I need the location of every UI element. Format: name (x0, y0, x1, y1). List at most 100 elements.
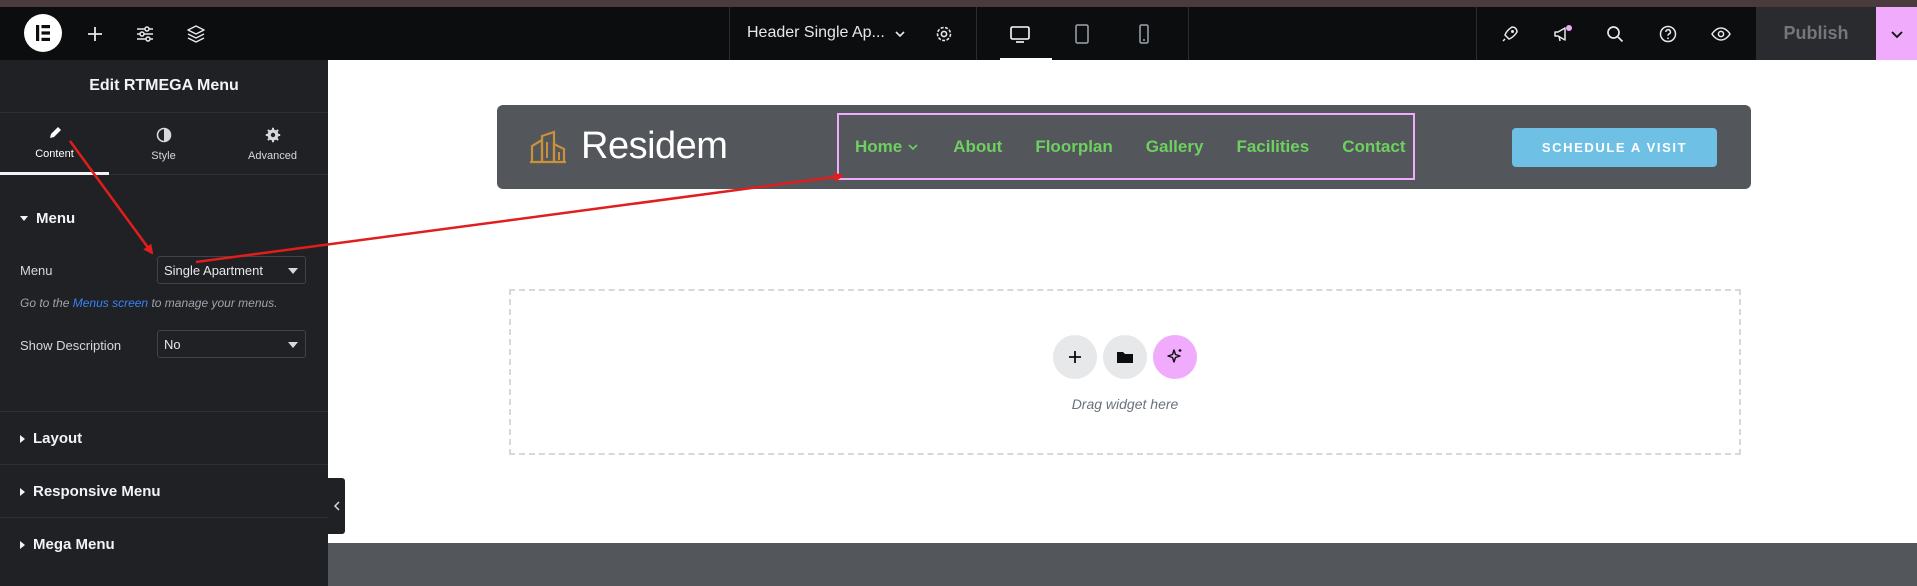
building-logo-icon (530, 129, 566, 163)
section-layout: Layout (20, 430, 82, 447)
menu-label: Menu (20, 263, 53, 278)
help-suffix: to manage your menus. (151, 296, 278, 310)
show-description-select[interactable]: No (157, 330, 306, 358)
rocket-icon (1502, 26, 1518, 42)
show-description-value: No (164, 337, 181, 352)
elementor-logo-icon (36, 25, 50, 41)
section-menu-toggle[interactable]: Menu (20, 210, 75, 227)
nav-item-about[interactable]: About (953, 137, 1002, 157)
layers-icon (187, 25, 205, 43)
folder-icon (1117, 352, 1133, 363)
tab-label: Style (151, 149, 176, 162)
document-menu-toggle[interactable] (887, 21, 913, 47)
section-responsive-menu: Responsive Menu (20, 483, 161, 500)
section-responsive-menu-toggle[interactable]: Responsive Menu (0, 464, 328, 517)
site-footer-preview (328, 543, 1917, 586)
add-section-button[interactable] (1053, 335, 1097, 379)
eye-icon (1711, 27, 1731, 41)
tab-label: Content (35, 148, 74, 160)
caret-down-icon (288, 342, 298, 348)
nav-item-home[interactable]: Home (855, 137, 920, 157)
caret-right-icon (20, 487, 25, 496)
nav-item-label: Home (855, 136, 903, 156)
site-header-preview[interactable]: Residem Home About Floorplan Gallery Fac… (497, 105, 1751, 189)
tab-label: Advanced (248, 149, 297, 162)
menu-select[interactable]: Single Apartment (157, 256, 306, 284)
site-settings-button[interactable] (132, 21, 158, 47)
section-title: Menu (36, 210, 76, 227)
separator (729, 7, 730, 60)
chevron-down-icon (908, 143, 918, 150)
section-mega-menu: Mega Menu (20, 536, 115, 553)
chevron-down-icon (1890, 30, 1903, 38)
separator (976, 7, 977, 60)
tab-content[interactable]: Content (0, 113, 109, 175)
editor-canvas: Residem Home About Floorplan Gallery Fac… (328, 60, 1917, 586)
menus-help-text: Go to the Menus screen to manage your me… (20, 296, 278, 310)
menu-select-value: Single Apartment (164, 263, 264, 278)
publish-button[interactable]: Publish (1756, 7, 1876, 60)
page-settings-button[interactable] (931, 21, 957, 47)
nav-item-floorplan[interactable]: Floorplan (1035, 137, 1112, 157)
widget-drop-zone[interactable]: Drag widget here (509, 289, 1741, 455)
chevron-down-icon (895, 31, 905, 38)
ai-generate-button[interactable] (1153, 335, 1197, 379)
caret-down-icon (20, 216, 28, 221)
section-title: Mega Menu (33, 536, 115, 553)
nav-item-facilities[interactable]: Facilities (1236, 137, 1309, 157)
elementor-logo-button[interactable] (24, 14, 62, 52)
panel-collapse-handle[interactable] (328, 478, 345, 534)
device-mobile-button[interactable] (1131, 21, 1157, 47)
editor-panel: Edit RTMEGA Menu Content Style Advanced … (0, 60, 328, 586)
section-layout-toggle[interactable]: Layout (0, 411, 328, 464)
schedule-visit-button[interactable]: SCHEDULE A VISIT (1512, 128, 1717, 167)
gear-icon (265, 127, 280, 142)
panel-title: Edit RTMEGA Menu (0, 60, 328, 113)
plus-icon (88, 27, 102, 41)
nav-item-gallery[interactable]: Gallery (1146, 137, 1204, 157)
separator (1188, 7, 1189, 60)
sparkles-icon (1167, 349, 1182, 363)
preview-button[interactable] (1708, 21, 1734, 47)
search-icon (1607, 26, 1624, 43)
section-title: Responsive Menu (33, 483, 161, 500)
plus-icon (1069, 351, 1081, 363)
tab-style[interactable]: Style (109, 113, 218, 175)
rtmega-menu-widget[interactable]: Home About Floorplan Gallery Facilities … (837, 113, 1415, 180)
document-title[interactable]: Header Single Ap... (747, 24, 885, 42)
mobile-icon (1139, 24, 1149, 44)
window-top-strip (0, 0, 1917, 7)
finder-button[interactable] (1602, 21, 1628, 47)
menus-screen-link[interactable]: Menus screen (73, 296, 148, 310)
publish-options-button[interactable] (1876, 7, 1917, 60)
launchpad-button[interactable] (1497, 21, 1523, 47)
device-tablet-button[interactable] (1069, 21, 1095, 47)
pencil-icon (49, 127, 61, 138)
caret-down-icon (288, 268, 298, 274)
structure-button[interactable] (183, 21, 209, 47)
site-logo[interactable]: Residem (529, 125, 728, 168)
device-desktop-button[interactable] (1007, 21, 1033, 47)
nav-item-contact[interactable]: Contact (1342, 137, 1405, 157)
tablet-icon (1075, 24, 1089, 44)
help-button[interactable] (1655, 21, 1681, 47)
show-description-label: Show Description (20, 338, 122, 353)
whats-new-button[interactable] (1550, 21, 1576, 47)
section-mega-menu-toggle[interactable]: Mega Menu (0, 517, 328, 570)
help-icon (1659, 25, 1677, 43)
add-element-button[interactable] (82, 21, 108, 47)
section-title: Layout (33, 430, 83, 447)
brand-name: Residem (581, 125, 728, 167)
caret-right-icon (20, 434, 25, 443)
half-circle-icon (156, 127, 171, 142)
chevron-left-icon (333, 501, 340, 511)
drag-widget-text: Drag widget here (1071, 396, 1179, 412)
megaphone-icon (1554, 25, 1572, 42)
gear-icon (936, 26, 952, 42)
editor-top-bar: Header Single Ap... Publish (0, 7, 1917, 61)
sliders-icon (137, 26, 153, 42)
tab-advanced[interactable]: Advanced (218, 113, 327, 175)
add-template-button[interactable] (1103, 335, 1147, 379)
panel-tabs: Content Style Advanced (0, 113, 328, 175)
help-prefix: Go to the (20, 296, 70, 310)
